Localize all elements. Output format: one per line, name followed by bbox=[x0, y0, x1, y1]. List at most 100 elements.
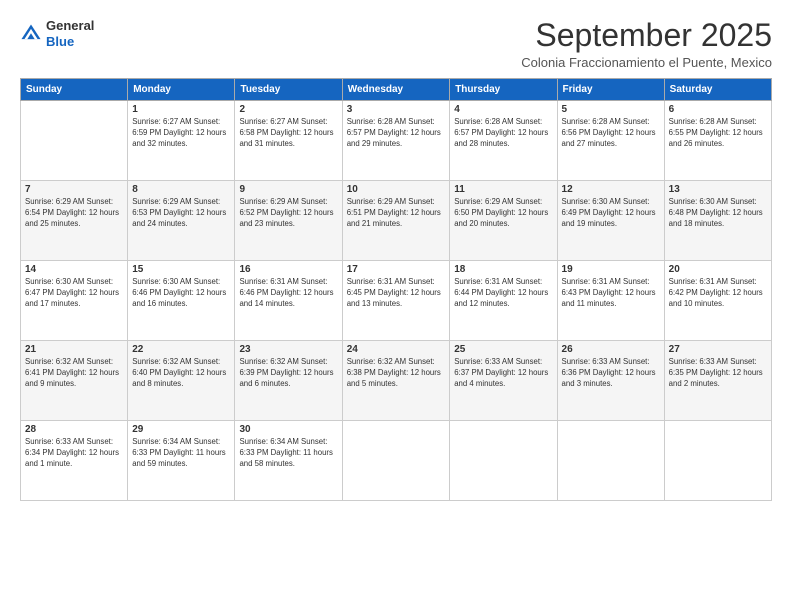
table-cell bbox=[557, 421, 664, 501]
day-info: Sunrise: 6:31 AM Sunset: 6:45 PM Dayligh… bbox=[347, 277, 445, 310]
table-cell: 10Sunrise: 6:29 AM Sunset: 6:51 PM Dayli… bbox=[342, 181, 449, 261]
day-number: 21 bbox=[25, 344, 123, 355]
page: General Blue September 2025 Colonia Frac… bbox=[0, 0, 792, 612]
day-info: Sunrise: 6:28 AM Sunset: 6:57 PM Dayligh… bbox=[347, 117, 445, 150]
table-cell: 14 Sunrise: 6:30 AM Sunset: 6:47 PM Dayli… bbox=[21, 261, 128, 341]
table-cell: 9 Sunrise: 6:29 AM Sunset: 6:52 PM Daylig… bbox=[235, 181, 342, 261]
day-info: Sunrise: 6:27 AM Sunset: 6:59 PM Dayligh… bbox=[132, 117, 230, 150]
day-info: Sunrise: 6:30 AM Sunset: 6:46 PM Dayligh… bbox=[132, 277, 230, 310]
day-info: Sunrise: 6:31 AM Sunset: 6:46 PM Dayligh… bbox=[239, 277, 337, 310]
month-title: September 2025 bbox=[521, 18, 772, 53]
col-thursday: Thursday bbox=[450, 79, 557, 101]
table-cell: 23 Sunrise: 6:32 AM Sunset: 6:39 PM Dayli… bbox=[235, 341, 342, 421]
day-number: 28 bbox=[25, 424, 123, 435]
day-number: 29 bbox=[132, 424, 230, 435]
day-info: Sunrise: 6:34 AM Sunset: 6:33 PM Dayligh… bbox=[239, 437, 337, 470]
day-info: Sunrise: 6:33 AM Sunset: 6:35 PM Dayligh… bbox=[669, 357, 767, 390]
day-info: Sunrise: 6:34 AM Sunset: 6:33 PM Dayligh… bbox=[132, 437, 230, 470]
day-number: 19 bbox=[562, 264, 660, 275]
table-cell: 22Sunrise: 6:32 AM Sunset: 6:40 PM Dayli… bbox=[128, 341, 235, 421]
col-monday: Monday bbox=[128, 79, 235, 101]
table-cell: 3 Sunrise: 6:28 AM Sunset: 6:57 PM Daylig… bbox=[342, 101, 449, 181]
day-info: Sunrise: 6:30 AM Sunset: 6:48 PM Dayligh… bbox=[669, 197, 767, 230]
day-number: 22 bbox=[132, 344, 230, 355]
day-number: 6 bbox=[669, 104, 767, 115]
day-number: 1 bbox=[132, 104, 230, 115]
table-cell bbox=[664, 421, 771, 501]
table-cell: 8 Sunrise: 6:29 AM Sunset: 6:53 PM Daylig… bbox=[128, 181, 235, 261]
table-cell: 29 Sunrise: 6:34 AM Sunset: 6:33 PM Dayli… bbox=[128, 421, 235, 501]
table-cell: 7 Sunrise: 6:29 AM Sunset: 6:54 PM Daylig… bbox=[21, 181, 128, 261]
table-cell: 15 Sunrise: 6:30 AM Sunset: 6:46 PM Dayli… bbox=[128, 261, 235, 341]
day-info: Sunrise: 6:32 AM Sunset: 6:41 PM Dayligh… bbox=[25, 357, 123, 390]
day-number: 15 bbox=[132, 264, 230, 275]
day-number: 4 bbox=[454, 104, 552, 115]
day-info: Sunrise: 6:29 AM Sunset: 6:54 PM Dayligh… bbox=[25, 197, 123, 230]
table-cell: 21 Sunrise: 6:32 AM Sunset: 6:41 PM Dayli… bbox=[21, 341, 128, 421]
day-number: 5 bbox=[562, 104, 660, 115]
day-info: Sunrise: 6:33 AM Sunset: 6:34 PM Dayligh… bbox=[25, 437, 123, 470]
table-cell: 20 Sunrise: 6:31 AM Sunset: 6:42 PM Dayli… bbox=[664, 261, 771, 341]
logo: General Blue bbox=[20, 18, 94, 49]
day-number: 16 bbox=[239, 264, 337, 275]
day-info: Sunrise: 6:29 AM Sunset: 6:53 PM Dayligh… bbox=[132, 197, 230, 230]
day-number: 13 bbox=[669, 184, 767, 195]
table-cell: 19 Sunrise: 6:31 AM Sunset: 6:43 PM Dayli… bbox=[557, 261, 664, 341]
table-cell: 11 Sunrise: 6:29 AM Sunset: 6:50 PM Dayli… bbox=[450, 181, 557, 261]
day-number: 20 bbox=[669, 264, 767, 275]
logo-blue: Blue bbox=[46, 34, 94, 50]
table-cell: 28 Sunrise: 6:33 AM Sunset: 6:34 PM Dayli… bbox=[21, 421, 128, 501]
table-cell bbox=[342, 421, 449, 501]
table-cell: 30 Sunrise: 6:34 AM Sunset: 6:33 PM Dayli… bbox=[235, 421, 342, 501]
day-info: Sunrise: 6:33 AM Sunset: 6:37 PM Dayligh… bbox=[454, 357, 552, 390]
table-cell: 24Sunrise: 6:32 AM Sunset: 6:38 PM Dayli… bbox=[342, 341, 449, 421]
day-number: 11 bbox=[454, 184, 552, 195]
day-info: Sunrise: 6:31 AM Sunset: 6:42 PM Dayligh… bbox=[669, 277, 767, 310]
table-cell: 26Sunrise: 6:33 AM Sunset: 6:36 PM Dayli… bbox=[557, 341, 664, 421]
day-number: 26 bbox=[562, 344, 660, 355]
logo-icon bbox=[20, 23, 42, 45]
table-cell: 4 Sunrise: 6:28 AM Sunset: 6:57 PM Daylig… bbox=[450, 101, 557, 181]
calendar-table: Sunday Monday Tuesday Wednesday Thursday… bbox=[20, 78, 772, 501]
calendar-header-row: Sunday Monday Tuesday Wednesday Thursday… bbox=[21, 79, 772, 101]
table-cell: 1 Sunrise: 6:27 AM Sunset: 6:59 PM Daylig… bbox=[128, 101, 235, 181]
subtitle: Colonia Fraccionamiento el Puente, Mexic… bbox=[521, 55, 772, 70]
col-friday: Friday bbox=[557, 79, 664, 101]
day-number: 30 bbox=[239, 424, 337, 435]
day-number: 2 bbox=[239, 104, 337, 115]
table-cell: 18Sunrise: 6:31 AM Sunset: 6:44 PM Dayli… bbox=[450, 261, 557, 341]
day-info: Sunrise: 6:32 AM Sunset: 6:38 PM Dayligh… bbox=[347, 357, 445, 390]
day-info: Sunrise: 6:30 AM Sunset: 6:49 PM Dayligh… bbox=[562, 197, 660, 230]
day-info: Sunrise: 6:32 AM Sunset: 6:39 PM Dayligh… bbox=[239, 357, 337, 390]
day-info: Sunrise: 6:29 AM Sunset: 6:52 PM Dayligh… bbox=[239, 197, 337, 230]
table-cell: 25 Sunrise: 6:33 AM Sunset: 6:37 PM Dayli… bbox=[450, 341, 557, 421]
day-number: 9 bbox=[239, 184, 337, 195]
day-info: Sunrise: 6:31 AM Sunset: 6:43 PM Dayligh… bbox=[562, 277, 660, 310]
day-info: Sunrise: 6:29 AM Sunset: 6:50 PM Dayligh… bbox=[454, 197, 552, 230]
day-number: 7 bbox=[25, 184, 123, 195]
table-cell: 16 Sunrise: 6:31 AM Sunset: 6:46 PM Dayli… bbox=[235, 261, 342, 341]
col-wednesday: Wednesday bbox=[342, 79, 449, 101]
week-row-5: 28 Sunrise: 6:33 AM Sunset: 6:34 PM Dayli… bbox=[21, 421, 772, 501]
day-number: 14 bbox=[25, 264, 123, 275]
day-number: 27 bbox=[669, 344, 767, 355]
week-row-2: 7 Sunrise: 6:29 AM Sunset: 6:54 PM Daylig… bbox=[21, 181, 772, 261]
header: General Blue September 2025 Colonia Frac… bbox=[20, 18, 772, 70]
day-info: Sunrise: 6:28 AM Sunset: 6:55 PM Dayligh… bbox=[669, 117, 767, 150]
day-info: Sunrise: 6:27 AM Sunset: 6:58 PM Dayligh… bbox=[239, 117, 337, 150]
table-cell bbox=[21, 101, 128, 181]
table-cell: 6 Sunrise: 6:28 AM Sunset: 6:55 PM Daylig… bbox=[664, 101, 771, 181]
week-row-3: 14 Sunrise: 6:30 AM Sunset: 6:47 PM Dayli… bbox=[21, 261, 772, 341]
col-tuesday: Tuesday bbox=[235, 79, 342, 101]
logo-general: General bbox=[46, 18, 94, 34]
day-number: 23 bbox=[239, 344, 337, 355]
table-cell: 17 Sunrise: 6:31 AM Sunset: 6:45 PM Dayli… bbox=[342, 261, 449, 341]
day-info: Sunrise: 6:28 AM Sunset: 6:57 PM Dayligh… bbox=[454, 117, 552, 150]
day-number: 12 bbox=[562, 184, 660, 195]
day-number: 8 bbox=[132, 184, 230, 195]
day-number: 25 bbox=[454, 344, 552, 355]
day-number: 17 bbox=[347, 264, 445, 275]
table-cell: 13 Sunrise: 6:30 AM Sunset: 6:48 PM Dayli… bbox=[664, 181, 771, 261]
day-number: 3 bbox=[347, 104, 445, 115]
day-info: Sunrise: 6:30 AM Sunset: 6:47 PM Dayligh… bbox=[25, 277, 123, 310]
